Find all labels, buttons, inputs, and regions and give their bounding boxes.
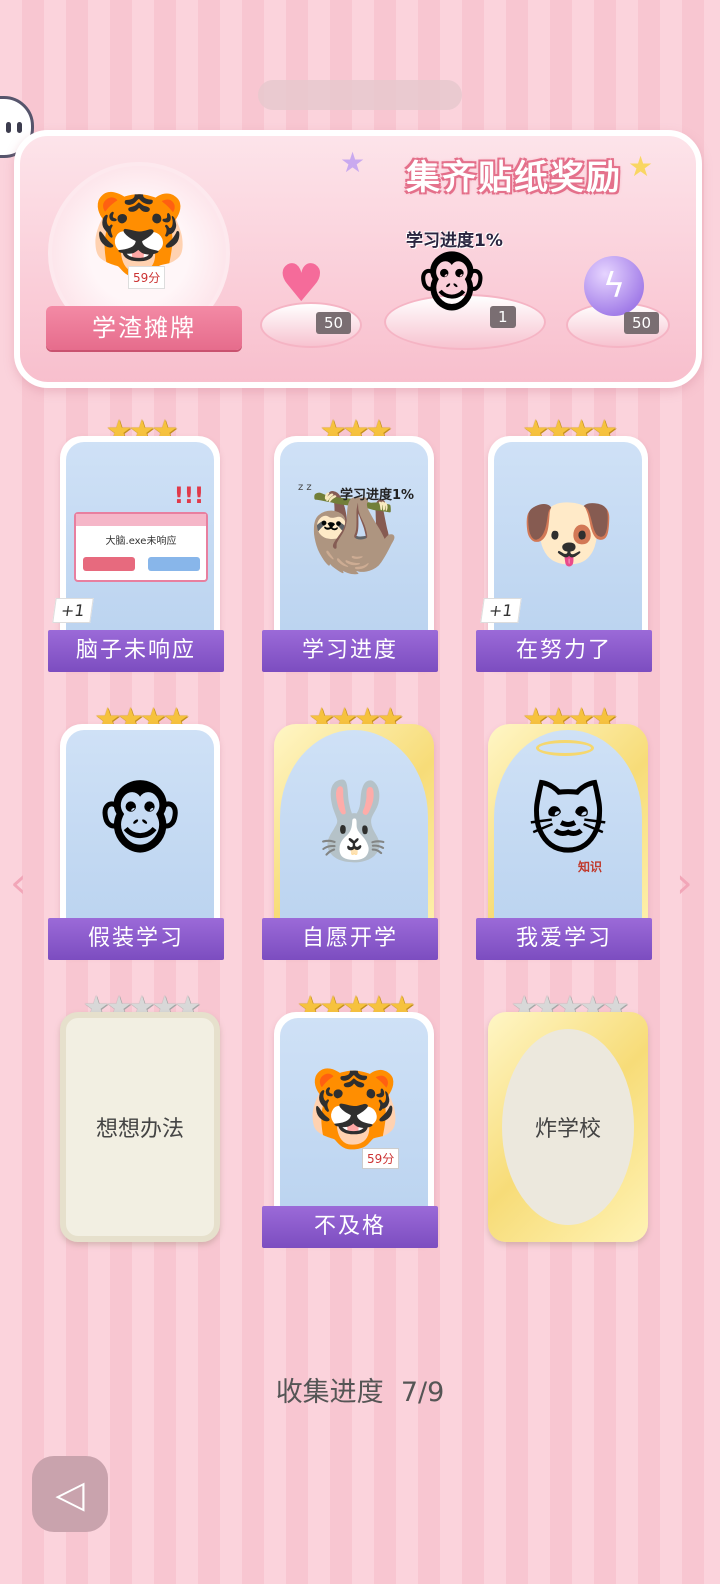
card-label: 假装学习 [48,918,224,960]
back-button[interactable]: ◁ [32,1456,108,1532]
plus-badge: +1 [52,598,94,623]
zzz-icon: z z [298,482,312,493]
sticker-card[interactable]: ★★★ !!! 大脑.exe未响应 +1 脑子未响应 [48,414,224,672]
pink-heart-gem-icon[interactable]: ♥ [278,254,325,314]
sticker-card[interactable]: ★★★ 学习进度1% z z 🦥 学习进度 [262,414,438,672]
purple-star-icon: ★ [340,146,366,179]
score-sheet: 59分 [128,266,166,289]
sticker-card[interactable]: ★★★★ 🐵 假装学习 [48,702,224,960]
sticker-card[interactable]: ★★★★ 🐶 +1 在努力了 [476,414,652,672]
tiger-icon: 🐯 [306,1064,402,1153]
reward-count: 1 [490,306,516,328]
popup-window-art: 大脑.exe未响应 [74,512,208,582]
sticker-card-locked[interactable]: ★★★★★ 炸学校 [484,990,652,1248]
collection-label: 收集进度 [275,1377,384,1408]
purple-lightning-orb-icon[interactable]: ϟ [584,256,644,316]
card-label: 脑子未响应 [48,630,224,672]
monkey-sticker-icon[interactable]: 🐵 [416,248,488,321]
card-label: 自愿开学 [262,918,438,960]
collection-progress: 收集进度 7/9 [0,1370,720,1409]
sticker-card[interactable]: ★★★★ 🐰 自愿开学 [262,702,438,960]
art-text: 学习进度1% [340,488,415,503]
reward-count: 50 [624,312,660,334]
puppy-icon: 🐶 [520,488,616,577]
collection-value: 7/9 [400,1377,445,1408]
halo-icon [536,740,594,756]
card-label: 我爱学习 [476,918,652,960]
sticker-card[interactable]: ★★★★ 🐱 知识 我爱学习 [476,702,652,960]
status-pill [258,80,462,110]
art-text: 知识 [578,860,603,874]
avatar-label: 学渣摊牌 [46,306,242,350]
card-label: 不及格 [262,1206,438,1248]
card-label: 想想办法 [60,1012,220,1242]
score-sheet: 59分 [362,1148,400,1169]
reward-count: 50 [316,312,352,334]
sticker-card[interactable]: ★★★★★ 🐯 59分 不及格 [262,990,438,1248]
window-text: 大脑.exe未响应 [105,536,177,547]
card-label: 炸学校 [502,1029,634,1225]
bunny-icon: 🐰 [306,776,402,865]
monkey-icon: 🐵 [96,776,184,865]
card-label: 在努力了 [476,630,652,672]
angel-cat-icon: 🐱 [528,776,608,865]
sticker-card-locked[interactable]: ★★★★★ 想想办法 [56,990,224,1248]
card-label: 学习进度 [262,630,438,672]
plus-badge: +1 [480,598,522,623]
prev-page-arrow[interactable]: ‹ [10,858,27,907]
banner-title: 集齐贴纸奖励 [406,158,622,198]
exclamation-icon: !!! [173,484,204,509]
sloth-icon: 🦥 [306,488,402,577]
reward-banner: ★ ★ 集齐贴纸奖励 🐯 59分 学渣摊牌 ♥ 50 学习进度1% 🐵 1 ϟ … [14,130,702,388]
back-arrow-icon: ◁ [55,1472,85,1516]
next-page-arrow[interactable]: › [676,858,693,907]
